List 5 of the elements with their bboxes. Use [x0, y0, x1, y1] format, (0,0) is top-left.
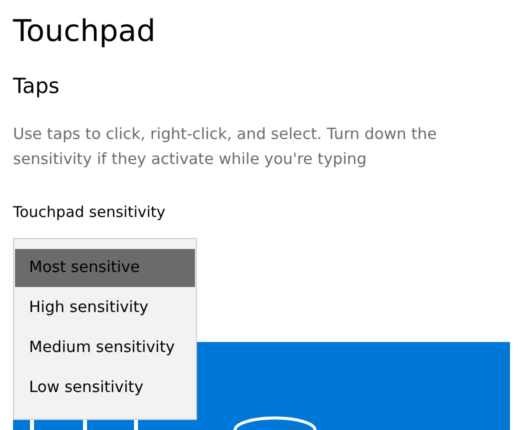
section-heading: Taps [13, 73, 60, 100]
dropdown-option[interactable]: Most sensitive [15, 249, 195, 287]
field-label: Touchpad sensitivity [13, 202, 166, 222]
page-title: Touchpad [13, 13, 156, 51]
section-description: Use taps to click, right-click, and select. Turn down the sensitivity if they activate while you're typing [13, 124, 438, 170]
